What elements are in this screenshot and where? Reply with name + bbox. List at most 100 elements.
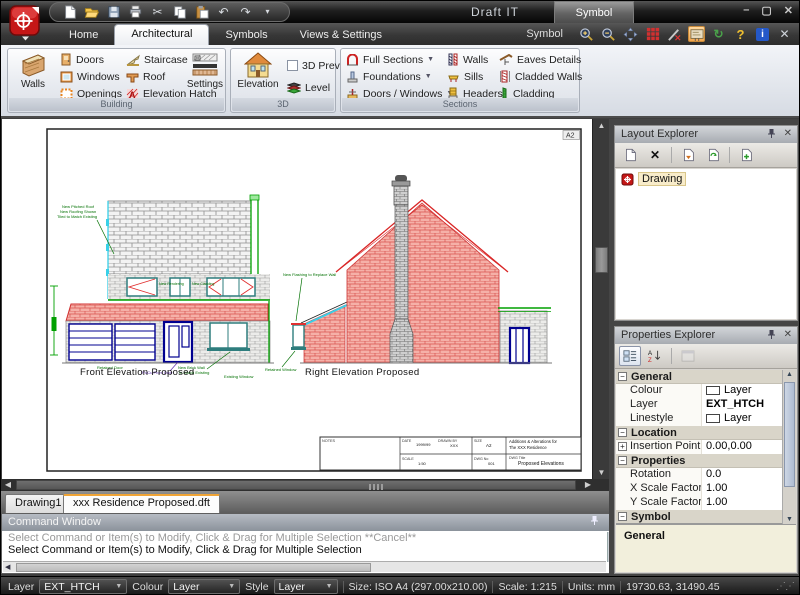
doors-button[interactable]: Doors <box>60 51 104 68</box>
canvas-vertical-scrollbar[interactable]: ▲ ▼ <box>592 119 609 479</box>
checkbox-icon[interactable] <box>287 60 298 71</box>
close-icon[interactable]: ✕ <box>784 128 792 142</box>
snap-icon[interactable] <box>666 26 683 42</box>
sills-button[interactable]: Sills <box>447 68 483 85</box>
vertical-scroll-thumb[interactable] <box>595 247 608 273</box>
category-location[interactable]: −Location <box>616 426 782 440</box>
category-general[interactable]: −General <box>616 370 782 384</box>
collapse-icon[interactable]: − <box>618 456 627 465</box>
maximize-button[interactable]: ▢ <box>761 4 771 17</box>
help-icon[interactable]: ? <box>732 26 749 42</box>
refresh-icon[interactable]: ↻ <box>710 26 727 42</box>
paste-icon[interactable] <box>194 5 209 20</box>
new-layout-icon[interactable] <box>619 145 641 165</box>
tab-home[interactable]: Home <box>53 25 114 45</box>
property-row-rotation[interactable]: Rotation0.0 <box>616 468 782 482</box>
close-button[interactable]: ✕ <box>784 4 793 17</box>
add-layout-icon[interactable] <box>735 145 757 165</box>
redo-icon[interactable]: ↷ <box>238 5 253 20</box>
drawing-canvas[interactable]: A2 New Rendering New Clad <box>2 119 592 479</box>
refresh-layout-icon[interactable] <box>702 145 724 165</box>
resize-grip[interactable]: ⋰⋰ <box>776 581 794 592</box>
qat-dropdown-icon[interactable]: ▾ <box>260 5 275 20</box>
category-symbol[interactable]: −Symbol <box>616 510 782 524</box>
settings-button[interactable]: Settings <box>186 52 224 90</box>
context-close-icon[interactable]: ✕ <box>776 26 793 42</box>
dropdown-arrow-icon[interactable]: ▼ <box>425 73 432 80</box>
collapse-icon[interactable]: − <box>618 372 627 381</box>
pin-icon[interactable] <box>767 329 776 343</box>
tab-views-settings[interactable]: Views & Settings <box>284 25 398 45</box>
zoom-in-icon[interactable] <box>578 26 595 42</box>
import-layout-icon[interactable] <box>677 145 699 165</box>
scroll-up-arrow-icon[interactable]: ▲ <box>783 371 796 378</box>
symbol-title-tab[interactable]: Symbol <box>554 1 634 23</box>
vertical-scroll-thumb[interactable] <box>784 382 795 487</box>
dropdown-arrow-icon[interactable]: ▼ <box>427 56 434 63</box>
horizontal-scroll-thumb[interactable] <box>16 563 371 572</box>
cut-icon[interactable]: ✂ <box>150 5 165 20</box>
scroll-up-arrow-icon[interactable]: ▲ <box>593 119 610 132</box>
eaves-details-button[interactable]: Eaves Details <box>499 51 581 68</box>
scroll-right-arrow-icon[interactable]: ▶ <box>581 479 595 491</box>
foundations-button[interactable]: Foundations▼ <box>346 68 432 85</box>
colour-combobox[interactable]: Layer▼ <box>168 579 240 594</box>
horizontal-scroll-thumb[interactable] <box>16 480 576 490</box>
categorized-view-icon[interactable] <box>619 346 641 366</box>
property-pages-icon[interactable] <box>677 346 699 366</box>
full-sections-button[interactable]: Full Sections▼ <box>346 51 434 68</box>
right-elevation-label: Right Elevation Proposed <box>305 367 419 378</box>
command-history[interactable]: Select Command or Item(s) to Modify, Cli… <box>2 531 623 561</box>
grid-icon[interactable] <box>644 26 661 42</box>
scroll-down-arrow-icon[interactable]: ▼ <box>783 516 796 523</box>
new-file-icon[interactable] <box>62 5 77 20</box>
alphabetical-sort-icon[interactable]: AZ <box>644 346 666 366</box>
doc-tab-residence[interactable]: xxx Residence Proposed.dft <box>63 494 220 513</box>
zoom-out-icon[interactable] <box>600 26 617 42</box>
print-icon[interactable] <box>128 5 143 20</box>
tab-symbols[interactable]: Symbols <box>209 25 283 45</box>
property-row-y-scale[interactable]: Y Scale Factor1.00 <box>616 496 782 510</box>
drawing-board-icon[interactable] <box>688 26 705 42</box>
info-icon[interactable]: i <box>754 26 771 42</box>
collapse-icon[interactable]: − <box>618 428 627 437</box>
doc-tab-drawing1[interactable]: Drawing1 <box>5 494 71 513</box>
category-properties[interactable]: −Properties <box>616 454 782 468</box>
cladded-walls-button[interactable]: Cladded Walls <box>499 68 582 85</box>
pan-icon[interactable] <box>622 26 639 42</box>
minimize-button[interactable]: – <box>743 4 749 17</box>
level-button[interactable]: Level <box>287 79 330 96</box>
expand-icon[interactable]: + <box>618 442 627 451</box>
staircase-button[interactable]: Staircase <box>126 51 188 68</box>
open-file-icon[interactable] <box>84 5 99 20</box>
copy-icon[interactable] <box>172 5 187 20</box>
save-icon[interactable] <box>106 5 121 20</box>
scroll-down-arrow-icon[interactable]: ▼ <box>593 466 610 479</box>
tab-architectural[interactable]: Architectural <box>114 24 209 45</box>
property-row-linestyle[interactable]: LinestyleLayer <box>616 412 782 426</box>
walls-button[interactable]: Walls <box>11 52 55 90</box>
scroll-left-arrow-icon[interactable]: ◀ <box>5 563 10 571</box>
close-icon[interactable]: ✕ <box>784 329 792 343</box>
canvas-horizontal-scrollbar[interactable]: ◀ ▶ <box>1 479 609 491</box>
delete-layout-icon[interactable]: ✕ <box>644 145 666 165</box>
properties-scrollbar[interactable]: ▲▼ <box>782 370 796 524</box>
windows-button[interactable]: Windows <box>60 68 120 85</box>
style-combobox[interactable]: Layer▼ <box>274 579 338 594</box>
property-row-insertion-point[interactable]: +Insertion Point0.00,0.00 <box>616 440 782 454</box>
elevation-button[interactable]: Elevation <box>234 52 282 90</box>
pin-icon[interactable] <box>590 515 599 532</box>
property-row-colour[interactable]: ColourLayer <box>616 384 782 398</box>
layout-item-drawing[interactable]: Drawing <box>616 169 796 189</box>
collapse-icon[interactable]: − <box>618 512 627 521</box>
scroll-left-arrow-icon[interactable]: ◀ <box>1 479 15 491</box>
sections-walls-button[interactable]: Walls <box>447 51 488 68</box>
property-row-layer[interactable]: LayerEXT_HTCH <box>616 398 782 412</box>
undo-icon[interactable]: ↶ <box>216 5 231 20</box>
command-horizontal-scrollbar[interactable]: ◀ <box>3 561 606 572</box>
property-row-x-scale[interactable]: X Scale Factor1.00 <box>616 482 782 496</box>
roof-button[interactable]: Roof <box>126 68 165 85</box>
app-logo-icon[interactable] <box>8 4 42 41</box>
layer-combobox[interactable]: EXT_HTCH▼ <box>39 579 127 594</box>
pin-icon[interactable] <box>767 128 776 142</box>
